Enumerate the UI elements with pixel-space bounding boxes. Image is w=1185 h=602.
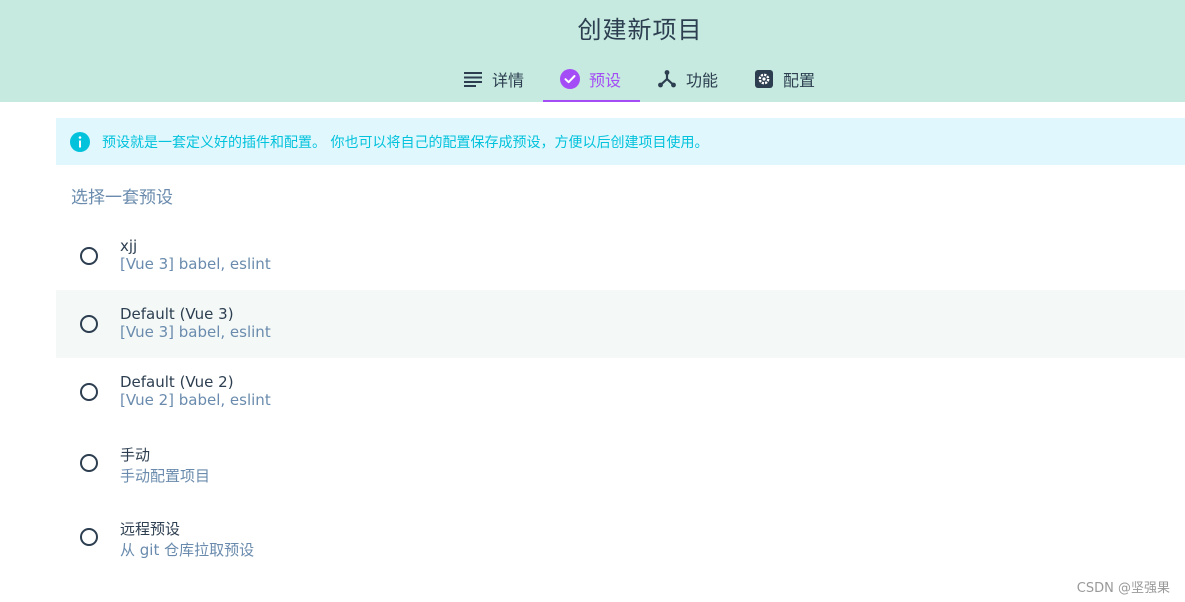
- preset-name: Default (Vue 2): [120, 373, 234, 391]
- preset-name: 手动: [120, 446, 151, 464]
- features-fork-icon: [657, 69, 677, 89]
- info-notice: 预设就是一套定义好的插件和配置。 你也可以将自己的配置保存成预设，方便以后创建项…: [56, 118, 1185, 165]
- preset-option[interactable]: Default (Vue 2) [Vue 2] babel, eslint: [56, 358, 1185, 426]
- presets-section-label: 选择一套预设: [71, 188, 173, 208]
- tab-config[interactable]: 配置: [737, 58, 834, 100]
- tab-features-label: 功能: [686, 71, 719, 90]
- tab-bar: 详情 预设 功能 配置: [446, 58, 834, 102]
- preset-name: Default (Vue 3): [120, 305, 234, 323]
- preset-option[interactable]: Default (Vue 3) [Vue 3] babel, eslint: [56, 290, 1185, 358]
- settings-gear-icon: [754, 69, 774, 89]
- watermark: CSDN @坚强果: [1076, 581, 1170, 596]
- radio-button[interactable]: [80, 247, 98, 265]
- preset-option[interactable]: 手动 手动配置项目: [56, 429, 1185, 497]
- preset-description: [Vue 3] babel, eslint: [120, 323, 271, 341]
- tab-presets[interactable]: 预设: [543, 58, 641, 102]
- preset-option[interactable]: xjj [Vue 3] babel, eslint: [56, 222, 1185, 290]
- preset-description: [Vue 3] babel, eslint: [120, 255, 271, 273]
- tab-details-label: 详情: [492, 71, 525, 90]
- preset-description: 手动配置项目: [120, 467, 211, 485]
- details-list-icon: [463, 69, 483, 89]
- radio-button[interactable]: [80, 528, 98, 546]
- preset-name: 远程预设: [120, 520, 181, 538]
- preset-name: xjj: [120, 237, 138, 255]
- preset-description: 从 git 仓库拉取预设: [120, 541, 255, 559]
- header-bar: 创建新项目 详情 预设 功能 配置: [0, 0, 1185, 102]
- tab-presets-label: 预设: [589, 71, 622, 90]
- radio-button[interactable]: [80, 454, 98, 472]
- preset-description: [Vue 2] babel, eslint: [120, 391, 271, 409]
- info-icon: [70, 131, 90, 152]
- tab-features[interactable]: 功能: [640, 58, 737, 100]
- notice-text: 预设就是一套定义好的插件和配置。 你也可以将自己的配置保存成预设，方便以后创建项…: [102, 134, 709, 151]
- check-circle-icon: [560, 69, 581, 89]
- tab-config-label: 配置: [783, 71, 816, 90]
- page-title: 创建新项目: [577, 16, 703, 44]
- preset-option[interactable]: 远程预设 从 git 仓库拉取预设: [56, 503, 1185, 571]
- radio-button[interactable]: [80, 315, 98, 333]
- radio-button[interactable]: [80, 383, 98, 401]
- tab-details[interactable]: 详情: [446, 58, 543, 100]
